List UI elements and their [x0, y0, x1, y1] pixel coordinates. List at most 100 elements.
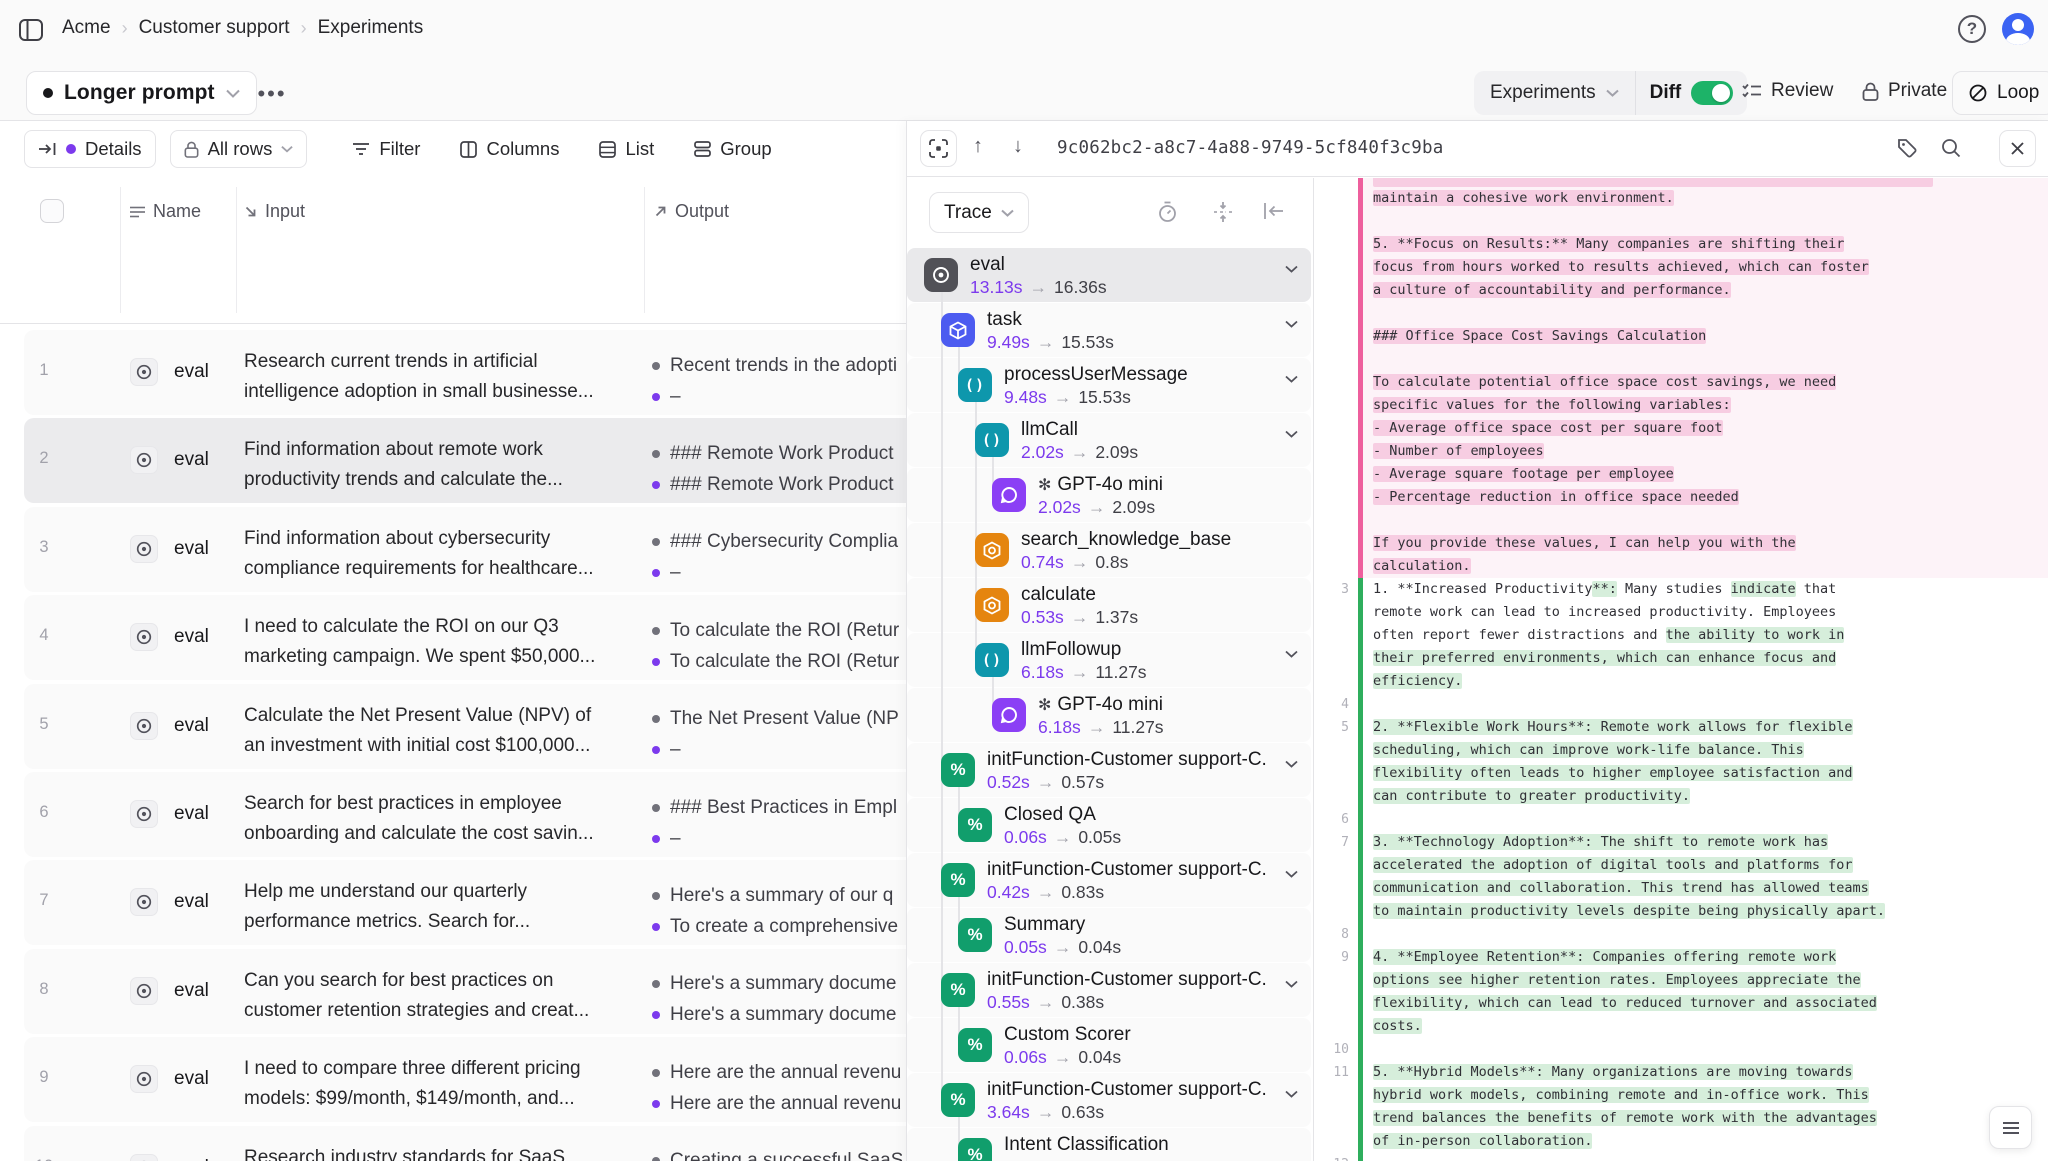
table-row[interactable]: 3evalFind information about cybersecurit… [24, 507, 906, 592]
breadcrumb-org[interactable]: Acme [62, 17, 111, 39]
diff-line-number [1314, 325, 1358, 348]
tag-icon[interactable] [1896, 137, 1918, 159]
chevron-down-icon[interactable] [1285, 1090, 1298, 1098]
span-tree-row[interactable]: %initFunction-Customer support-C...0.42s… [907, 853, 1311, 907]
span-tree-row[interactable]: %Closed QA0.06s→0.05s [907, 798, 1311, 852]
tree-trunk-line [975, 467, 977, 523]
details-button[interactable]: Details [24, 130, 156, 168]
row-input-cell: Research industry standards for SaaS [244, 1143, 644, 1161]
diff-line: specific values for the following variab… [1314, 394, 2048, 417]
chevron-down-icon[interactable] [1285, 265, 1298, 273]
column-header-name[interactable]: Name [130, 201, 201, 222]
collapse-vertical-icon[interactable] [1213, 201, 1233, 223]
diff-toggle[interactable] [1691, 81, 1733, 105]
column-divider[interactable] [644, 187, 645, 313]
span-tree-row[interactable]: ✻GPT-4o mini6.18s→11.27s [907, 688, 1311, 742]
span-tree-row[interactable]: ()llmCall2.02s→2.09s [907, 413, 1311, 467]
next-row-button[interactable]: ↓ [1013, 135, 1023, 158]
span-tree-row[interactable]: %Custom Scorer0.06s→0.04s [907, 1018, 1311, 1072]
breadcrumb-project[interactable]: Customer support [139, 17, 290, 39]
diff-line-text [1363, 509, 2048, 532]
span-tree-row[interactable]: %initFunction-Customer support-C...0.55s… [907, 963, 1311, 1017]
chevron-down-icon[interactable] [1285, 430, 1298, 438]
columns-button[interactable]: Columns [447, 130, 572, 168]
diff-line: - Average square footage per employee [1314, 463, 2048, 486]
output-text: Here are the annual revenu [670, 1093, 901, 1115]
table-row[interactable]: 7evalHelp me understand our quarterlyper… [24, 860, 906, 945]
span-tree-row[interactable]: %Summary0.05s→0.04s [907, 908, 1311, 962]
column-header-input[interactable]: Input [244, 201, 305, 222]
span-tree-row[interactable]: ()llmFollowup6.18s→11.27s [907, 633, 1311, 687]
arrow-right-icon: → [1081, 497, 1113, 517]
breadcrumb-section[interactable]: Experiments [318, 17, 424, 39]
table-row[interactable]: 10evalResearch industry standards for Sa… [24, 1126, 906, 1161]
table-row[interactable]: 6evalSearch for best practices in employ… [24, 772, 906, 857]
chevron-down-icon[interactable] [1285, 870, 1298, 878]
span-tree-row[interactable]: %initFunction-Customer support-C...3.64s… [907, 1073, 1311, 1127]
span-tree-row[interactable]: %initFunction-Customer support-C...0.52s… [907, 743, 1311, 797]
chevron-down-icon[interactable] [1285, 375, 1298, 383]
chevron-down-icon[interactable] [1285, 760, 1298, 768]
output-line: To calculate the ROI (Retur [652, 646, 902, 677]
row-name: eval [174, 449, 209, 471]
table-row[interactable]: 8evalCan you search for best practices o… [24, 949, 906, 1034]
review-button[interactable]: Review [1742, 80, 1833, 102]
output-line: ### Remote Work Product [652, 469, 902, 500]
list-icon [599, 141, 616, 158]
chevron-down-icon[interactable] [1285, 650, 1298, 658]
sidebar-toggle-icon[interactable] [18, 17, 44, 43]
list-button[interactable]: List [586, 130, 667, 168]
loop-label: Loop [1997, 82, 2039, 104]
diff-line-text: 5. **Hybrid Models**: Many organizations… [1363, 1061, 2048, 1084]
search-icon[interactable] [1940, 137, 1962, 159]
previous-row-button[interactable]: ↑ [973, 135, 983, 158]
trace-view-selector[interactable]: Trace [929, 192, 1029, 233]
chevron-down-icon[interactable] [1285, 980, 1298, 988]
more-menu-button[interactable]: ••• [254, 79, 290, 109]
view-selector[interactable]: Experiments [1474, 82, 1635, 104]
timing-icon[interactable] [1157, 201, 1178, 223]
chevron-down-icon [281, 145, 293, 153]
focus-view-button[interactable] [920, 130, 957, 167]
diff-line-number [1314, 440, 1358, 463]
loop-button[interactable]: Loop [1952, 71, 2048, 115]
eval-type-icon [130, 358, 158, 386]
close-icon[interactable] [1999, 130, 2036, 167]
arrow-right-icon: → [1030, 772, 1062, 792]
private-button[interactable]: Private [1862, 80, 1947, 102]
task-span-icon [941, 313, 975, 347]
span-tree-row[interactable]: ()processUserMessage9.48s→15.53s [907, 358, 1311, 412]
help-icon[interactable]: ? [1958, 15, 1986, 43]
table-row[interactable]: 5evalCalculate the Net Present Value (NP… [24, 684, 906, 769]
diff-line-text: trend balances the benefits of remote wo… [1363, 1107, 2048, 1130]
column-divider[interactable] [236, 187, 237, 313]
span-tree-row[interactable]: ✻GPT-4o mini2.02s→2.09s [907, 468, 1311, 522]
experiment-selector[interactable]: Longer prompt [26, 71, 257, 115]
span-tree-row[interactable]: task9.49s→15.53s [907, 303, 1311, 357]
collapse-left-icon[interactable] [1263, 201, 1285, 221]
private-label: Private [1888, 80, 1947, 102]
diff-line-number: 3 [1314, 578, 1358, 601]
span-tree-row[interactable]: %Intent Classification0.12s→0.08s [907, 1128, 1311, 1161]
select-all-checkbox[interactable] [40, 199, 64, 223]
diff-menu-button[interactable] [1989, 1106, 2032, 1149]
table-row[interactable]: 2evalFind information about remote workp… [24, 418, 906, 503]
rows-filter-button[interactable]: All rows [170, 130, 308, 168]
filter-button[interactable]: Filter [339, 130, 433, 168]
eval-type-icon [130, 800, 158, 828]
table-row[interactable]: 9evalI need to compare three different p… [24, 1037, 906, 1122]
table-row[interactable]: 1evalResearch current trends in artifici… [24, 330, 906, 415]
group-button[interactable]: Group [681, 130, 784, 168]
span-tree-row[interactable]: search_knowledge_base0.74s→0.8s [907, 523, 1311, 577]
table-row[interactable]: 4evalI need to calculate the ROI on our … [24, 595, 906, 680]
output-bullet [652, 450, 660, 458]
avatar[interactable] [2002, 13, 2034, 45]
chevron-down-icon[interactable] [1285, 320, 1298, 328]
diff-pane: maintain a cohesive work environment.5. … [1313, 178, 2048, 1161]
span-tree-row[interactable]: calculate0.53s→1.37s [907, 578, 1311, 632]
column-header-output[interactable]: Output [654, 201, 729, 222]
scorer-span-icon: % [941, 863, 975, 897]
span-tree-row[interactable]: eval13.13s→16.36s [907, 248, 1311, 302]
row-number: 6 [30, 803, 58, 822]
column-divider[interactable] [120, 187, 121, 313]
